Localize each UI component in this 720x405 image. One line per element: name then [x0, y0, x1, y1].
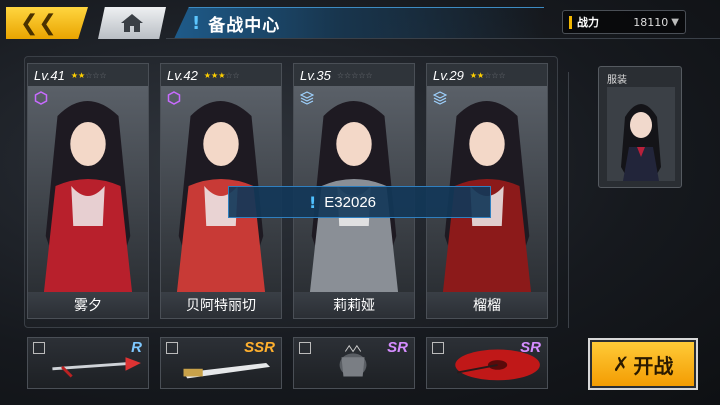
- weapon-rarity: SR: [520, 339, 541, 356]
- weapon-slot[interactable]: R: [27, 337, 149, 389]
- star-rating: ☆☆☆☆☆: [337, 71, 373, 80]
- star-icon: ☆: [99, 70, 107, 80]
- star-icon: ☆: [336, 70, 345, 80]
- page-title: 备战中心: [208, 16, 281, 36]
- character-name: 贝阿特丽切: [161, 292, 281, 318]
- character-level: Lv.41: [34, 67, 65, 83]
- star-icon: ☆: [232, 70, 240, 80]
- star-icon: ★: [203, 70, 212, 80]
- card-header: Lv.41 ★★☆☆☆: [28, 64, 148, 86]
- power-display[interactable]: 战力 18110 ▼: [562, 10, 686, 34]
- weapon-slot[interactable]: SSR: [160, 337, 282, 389]
- power-value: 18110: [633, 15, 669, 29]
- star-icon: ☆: [225, 70, 233, 80]
- star-icon: ☆: [365, 70, 373, 80]
- layers-icon: [433, 91, 447, 105]
- side-divider: [568, 72, 569, 328]
- star-rating: ★★★☆☆: [204, 71, 240, 80]
- star-rating: ★★☆☆☆: [71, 71, 107, 80]
- weapon-spear-icon: [52, 357, 141, 378]
- character-level: Lv.42: [167, 67, 198, 83]
- weapon-type-icon: [299, 342, 311, 354]
- star-icon: ☆: [92, 70, 100, 80]
- double-chevron-left-icon: ❮❮: [20, 10, 57, 36]
- star-icon: ★: [70, 70, 79, 80]
- costume-slot[interactable]: 服装: [598, 66, 682, 188]
- layers-icon: [300, 91, 314, 105]
- hexagon-icon: [167, 91, 181, 105]
- card-header: Lv.29 ★★☆☆☆: [427, 64, 547, 86]
- id-tooltip: ! E32026: [228, 186, 491, 218]
- character-portrait: [28, 86, 148, 294]
- back-button[interactable]: ❮❮: [6, 7, 88, 39]
- star-icon: ☆: [491, 70, 499, 80]
- costume-portrait: [607, 87, 675, 181]
- weapon-rarity: SR: [387, 339, 408, 356]
- character-card[interactable]: Lv.41 ★★☆☆☆ 雾夕: [27, 63, 149, 319]
- exclamation-icon: !: [309, 192, 317, 212]
- start-battle-button[interactable]: ✗ 开战: [588, 338, 698, 390]
- weapon-slot[interactable]: SR: [293, 337, 415, 389]
- power-accent-bar: [569, 15, 572, 29]
- star-rating: ★★☆☆☆: [470, 71, 506, 80]
- character-name: 莉莉娅: [294, 292, 414, 318]
- power-label: 战力: [577, 16, 599, 29]
- weapon-type-icon: [166, 342, 178, 354]
- hexagon-icon: [34, 91, 48, 105]
- card-header: Lv.42 ★★★☆☆: [161, 64, 281, 86]
- crossed-swords-icon: ✗: [612, 352, 630, 376]
- weapon-type-icon: [33, 342, 45, 354]
- top-bar: ❮❮ ! 备战中心 战力 18110 ▼: [0, 0, 720, 44]
- start-battle-label: 开战: [633, 353, 674, 378]
- costume-label: 服装: [607, 75, 627, 86]
- card-header: Lv.35 ☆☆☆☆☆: [294, 64, 414, 86]
- weapon-type-icon: [432, 342, 444, 354]
- page-title-bar: ! 备战中心: [174, 7, 544, 39]
- character-name: 雾夕: [28, 292, 148, 318]
- character-level: Lv.35: [300, 67, 331, 83]
- tooltip-text: E32026: [324, 193, 377, 211]
- star-icon: ★: [469, 70, 478, 80]
- home-icon: [121, 14, 143, 32]
- star-icon: ☆: [358, 70, 366, 80]
- character-name: 榴榴: [427, 292, 547, 318]
- home-button[interactable]: [98, 7, 166, 39]
- star-icon: ☆: [498, 70, 506, 80]
- dropdown-arrow-icon: ▼: [671, 16, 679, 28]
- weapon-rarity: R: [131, 339, 142, 356]
- character-level: Lv.29: [433, 67, 464, 83]
- header-divider: [166, 38, 720, 39]
- weapon-slot[interactable]: SR: [426, 337, 548, 389]
- exclamation-icon: !: [192, 13, 201, 34]
- weapon-rarity: SSR: [244, 339, 275, 356]
